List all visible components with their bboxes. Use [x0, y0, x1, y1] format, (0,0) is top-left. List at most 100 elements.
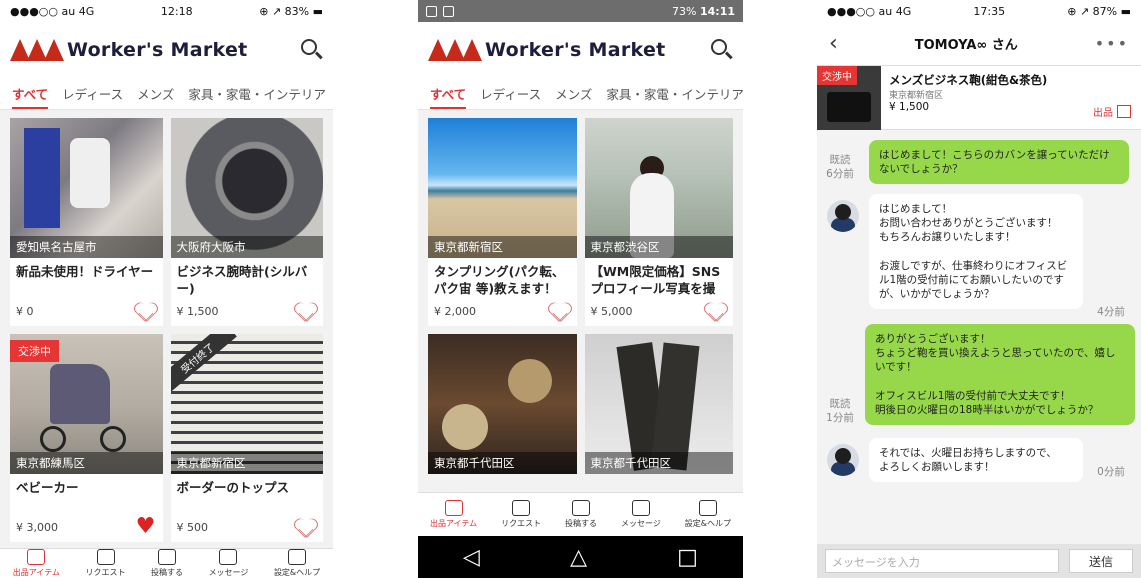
- category-tabs: すべて レディース メンズ 家具・家電・インテリア ベビ: [0, 78, 333, 110]
- status-badge: 交渉中: [10, 340, 59, 362]
- carrier-text: ●●●○○ au 4G: [827, 4, 912, 18]
- nav-post[interactable]: 投稿する: [151, 549, 183, 578]
- hand-icon: [96, 549, 115, 565]
- message-bubble-received: それでは、火曜日お持ちしますので、 よろしくお願いします！: [869, 438, 1083, 483]
- product-price: ¥ 1,500: [889, 101, 930, 113]
- item-photo: 交渉中 東京都練馬区: [10, 334, 163, 474]
- item-card[interactable]: 受付終了 東京都新宿区 ボーダーのトップス ¥ 500: [170, 334, 323, 542]
- category-tabs: すべて レディース メンズ 家具・家電・インテリア: [418, 78, 743, 110]
- status-bar: 73% 14:11: [418, 0, 743, 22]
- item-card[interactable]: 東京都千代田区: [428, 334, 577, 474]
- item-location: 東京都練馬区: [10, 452, 163, 474]
- send-button[interactable]: 送信: [1069, 549, 1133, 573]
- message-bubble-received: はじめまして！ お問い合わせありがとうございます！ もちろんお譲りいたします！ …: [869, 194, 1083, 310]
- status-badge: 交渉中: [817, 66, 857, 85]
- bottom-nav: 出品アイテム リクエスト 投稿する メッセージ 設定&ヘルプ: [0, 548, 333, 578]
- heart-icon[interactable]: [295, 517, 317, 537]
- item-card[interactable]: 東京都渋谷区 【WM限定価格】SNSプロフィール写真を撮り… ¥ 5,000: [584, 118, 733, 326]
- app-title: Worker's Market: [67, 39, 248, 61]
- app-logo: Worker's Market: [428, 39, 666, 61]
- tent-logo-icon: [10, 39, 64, 61]
- nav-label: リクエスト: [501, 519, 542, 528]
- item-card[interactable]: 東京都新宿区 タンプリング(パク転、パク宙 等)教えます！ ¥ 2,000: [428, 118, 577, 326]
- tab-all[interactable]: すべて: [12, 84, 49, 109]
- search-icon[interactable]: [711, 39, 733, 61]
- battery-text: 73%: [672, 4, 697, 18]
- product-thumbnail: 交渉中: [817, 66, 881, 130]
- nav-message[interactable]: メッセージ: [621, 500, 661, 529]
- item-price: ¥ 2,000: [434, 304, 476, 318]
- nav-items[interactable]: 出品アイテム: [430, 500, 477, 529]
- message-bubble-sent: はじめまして！こちらのカバンを譲っていただけないでしょうか？: [869, 140, 1129, 185]
- nav-label: 出品アイテム: [12, 568, 60, 577]
- item-photo: 大阪府大阪市: [170, 118, 323, 258]
- recents-icon[interactable]: □: [677, 545, 698, 570]
- more-icon[interactable]: •••: [1095, 34, 1129, 53]
- gift-icon: [27, 549, 46, 565]
- chat-header: ‹ TOMOYA∞ さん •••: [817, 22, 1141, 66]
- home-icon[interactable]: △: [570, 545, 587, 570]
- message-meta: 既読 1分前: [826, 398, 854, 424]
- nav-label: メッセージ: [208, 568, 249, 577]
- pencil-icon: [572, 500, 591, 516]
- tab-furniture[interactable]: 家具・家電・インテリア: [606, 84, 743, 103]
- item-card[interactable]: 交渉中 東京都練馬区 ベビーカー ¥ 3,000 ♥: [10, 334, 163, 542]
- item-location: 大阪府大阪市: [170, 236, 323, 258]
- item-title: ビジネス腕時計(シルバー): [176, 264, 308, 296]
- heart-filled-icon[interactable]: ♥: [135, 516, 157, 538]
- item-title: ボーダーのトップス: [176, 480, 290, 495]
- product-status: 出品: [1093, 108, 1113, 119]
- product-summary[interactable]: 交渉中 メンズビジネス鞄(紺色&茶色) 東京都新宿区 ¥ 1,500 出品: [817, 66, 1141, 130]
- battery-text: ⊕ ↗ 87% ▬: [1067, 4, 1131, 18]
- status-bar: ●●●○○ au 4G 17:35 ⊕ ↗ 87% ▬: [817, 0, 1141, 22]
- nav-label: 投稿する: [565, 519, 598, 528]
- search-icon[interactable]: [301, 39, 323, 61]
- heart-icon[interactable]: [135, 301, 157, 321]
- heart-icon[interactable]: [705, 301, 727, 321]
- tab-ladies[interactable]: レディース: [62, 84, 123, 103]
- pencil-icon: [158, 549, 177, 565]
- nav-items[interactable]: 出品アイテム: [13, 549, 60, 578]
- back-chevron-icon[interactable]: ‹: [829, 31, 838, 56]
- chat-icon: [631, 500, 650, 516]
- item-card[interactable]: 愛知県名古屋市 新品未使用！ドライヤー ¥ 0: [10, 118, 163, 326]
- product-location: 東京都新宿区: [889, 91, 944, 101]
- back-triangle-icon[interactable]: ◁: [463, 545, 480, 570]
- item-price: ¥ 3,000: [16, 520, 58, 534]
- app-logo: Worker's Market: [10, 39, 248, 61]
- nav-label: メッセージ: [620, 519, 661, 528]
- tab-all[interactable]: すべて: [430, 84, 467, 109]
- bottom-nav: 出品アイテム リクエスト 投稿する メッセージ 設定&ヘルプ: [418, 492, 743, 536]
- nav-settings[interactable]: 設定&ヘルプ: [685, 500, 731, 529]
- item-price: ¥ 0: [16, 304, 34, 318]
- app-header: Worker's Market: [0, 22, 333, 78]
- heart-icon[interactable]: [549, 301, 571, 321]
- item-price: ¥ 5,000: [590, 304, 633, 318]
- tab-mens[interactable]: メンズ: [555, 84, 592, 103]
- nav-request[interactable]: リクエスト: [501, 500, 541, 529]
- heart-icon[interactable]: [295, 301, 317, 321]
- user-icon: [288, 549, 307, 565]
- nav-settings[interactable]: 設定&ヘルプ: [274, 549, 320, 578]
- clock: 14:11: [699, 4, 735, 18]
- nav-label: 投稿する: [151, 568, 184, 577]
- app-title: Worker's Market: [485, 39, 666, 61]
- tab-ladies[interactable]: レディース: [480, 84, 541, 103]
- avatar: [827, 444, 859, 476]
- tab-furniture[interactable]: 家具・家電・インテリア: [188, 84, 326, 103]
- item-card[interactable]: 東京都千代田区: [584, 334, 733, 474]
- nav-label: 設定&ヘルプ: [684, 519, 732, 528]
- nav-label: 設定&ヘルプ: [273, 568, 321, 577]
- clock: 12:18: [160, 4, 193, 18]
- item-location: 東京都新宿区: [428, 236, 577, 258]
- message-input[interactable]: メッセージを入力: [825, 549, 1059, 573]
- item-card[interactable]: 大阪府大阪市 ビジネス腕時計(シルバー) ¥ 1,500: [170, 118, 323, 326]
- nav-request[interactable]: リクエスト: [86, 549, 126, 578]
- item-photo: 受付終了 東京都新宿区: [170, 334, 323, 474]
- item-photo: 東京都渋谷区: [584, 118, 733, 258]
- tab-mens[interactable]: メンズ: [137, 84, 174, 103]
- nav-message[interactable]: メッセージ: [208, 549, 249, 578]
- item-grid: 愛知県名古屋市 新品未使用！ドライヤー ¥ 0 大阪府大阪市 ビジネス腕時計(シ…: [0, 110, 333, 550]
- nav-post[interactable]: 投稿する: [565, 500, 597, 529]
- chat-title: TOMOYA∞ さん: [914, 38, 1018, 53]
